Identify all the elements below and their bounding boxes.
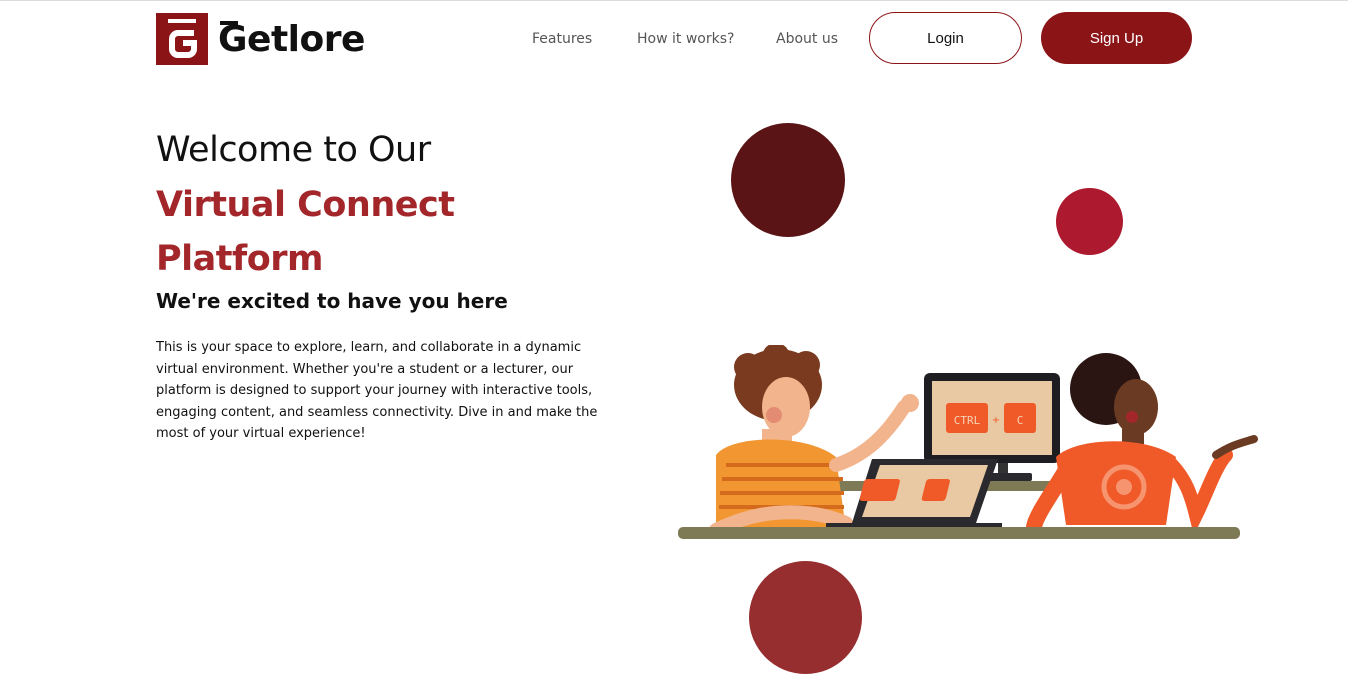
logo[interactable]: Getlore [156, 13, 365, 65]
login-button[interactable]: Login [869, 12, 1022, 64]
logo-mark-icon [156, 13, 208, 65]
screen-key-ctrl: CTRL [954, 414, 981, 427]
decorative-circle-dark [731, 123, 845, 237]
nav-how-it-works[interactable]: How it works? [637, 31, 734, 47]
desk-front [678, 527, 1240, 539]
collaboration-illustration: CTRL + C [678, 345, 1258, 539]
screen-key-c: C [1017, 414, 1024, 427]
hero-title-accent-2: Platform [156, 239, 324, 279]
laptop [826, 459, 1002, 529]
signup-button[interactable]: Sign Up [1041, 12, 1192, 64]
lecturer-figure [1026, 353, 1258, 536]
hero-subtitle: We're excited to have you here [156, 289, 508, 313]
nav-about-us[interactable]: About us [776, 31, 838, 47]
hero-title: Welcome to Our [156, 130, 431, 170]
decorative-circle-mid [749, 561, 862, 674]
logo-wordmark: Getlore [218, 18, 365, 60]
hero-description: This is your space to explore, learn, an… [156, 340, 598, 442]
decorative-circle-bright [1056, 188, 1123, 255]
nav-features[interactable]: Features [532, 31, 592, 47]
screen-key-plus: + [992, 415, 1000, 426]
top-divider [0, 0, 1348, 1]
hero-title-accent-1: Virtual Connect [156, 185, 455, 225]
